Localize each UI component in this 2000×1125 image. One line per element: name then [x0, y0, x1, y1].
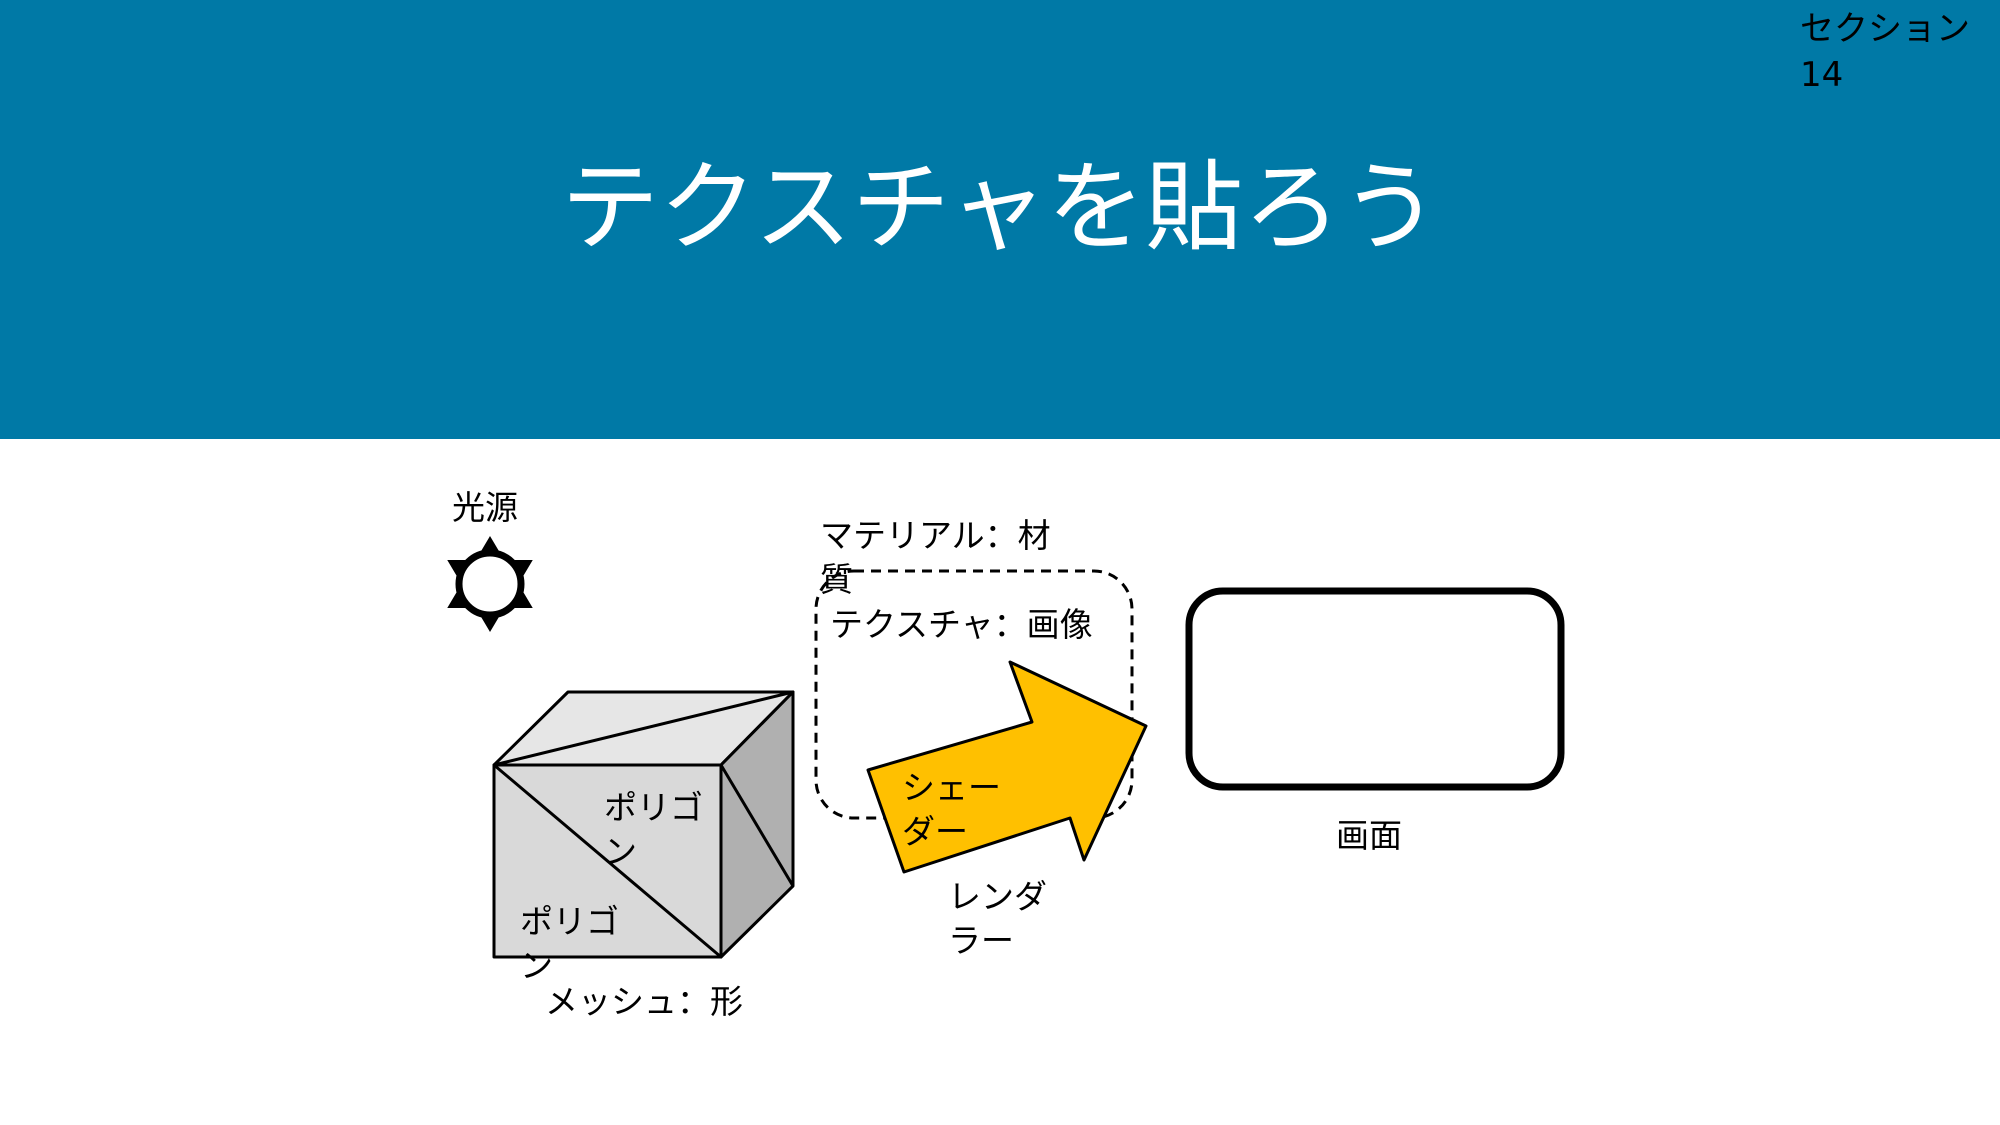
- screen-label: 画面: [1336, 816, 1402, 855]
- polygon-label-bottom: ポリゴ ン: [520, 902, 619, 985]
- slide: セクション 14 テクスチャを貼ろう 光源 マテリアル：材 質 テクスチャ：画像…: [0, 0, 2000, 1125]
- sun-icon: [447, 536, 533, 632]
- renderer-label: レンダ ラー: [948, 877, 1047, 960]
- texture-label: テクスチャ：画像: [830, 605, 1093, 644]
- polygon-label-top: ポリゴ ン: [604, 788, 703, 871]
- material-label: マテリアル：材 質: [820, 516, 1051, 599]
- shader-label: シェー ダー: [902, 768, 1001, 851]
- mesh-label: メッシュ：形: [545, 982, 743, 1021]
- screen-frame: [1185, 587, 1565, 791]
- light-source-label: 光源: [452, 488, 518, 527]
